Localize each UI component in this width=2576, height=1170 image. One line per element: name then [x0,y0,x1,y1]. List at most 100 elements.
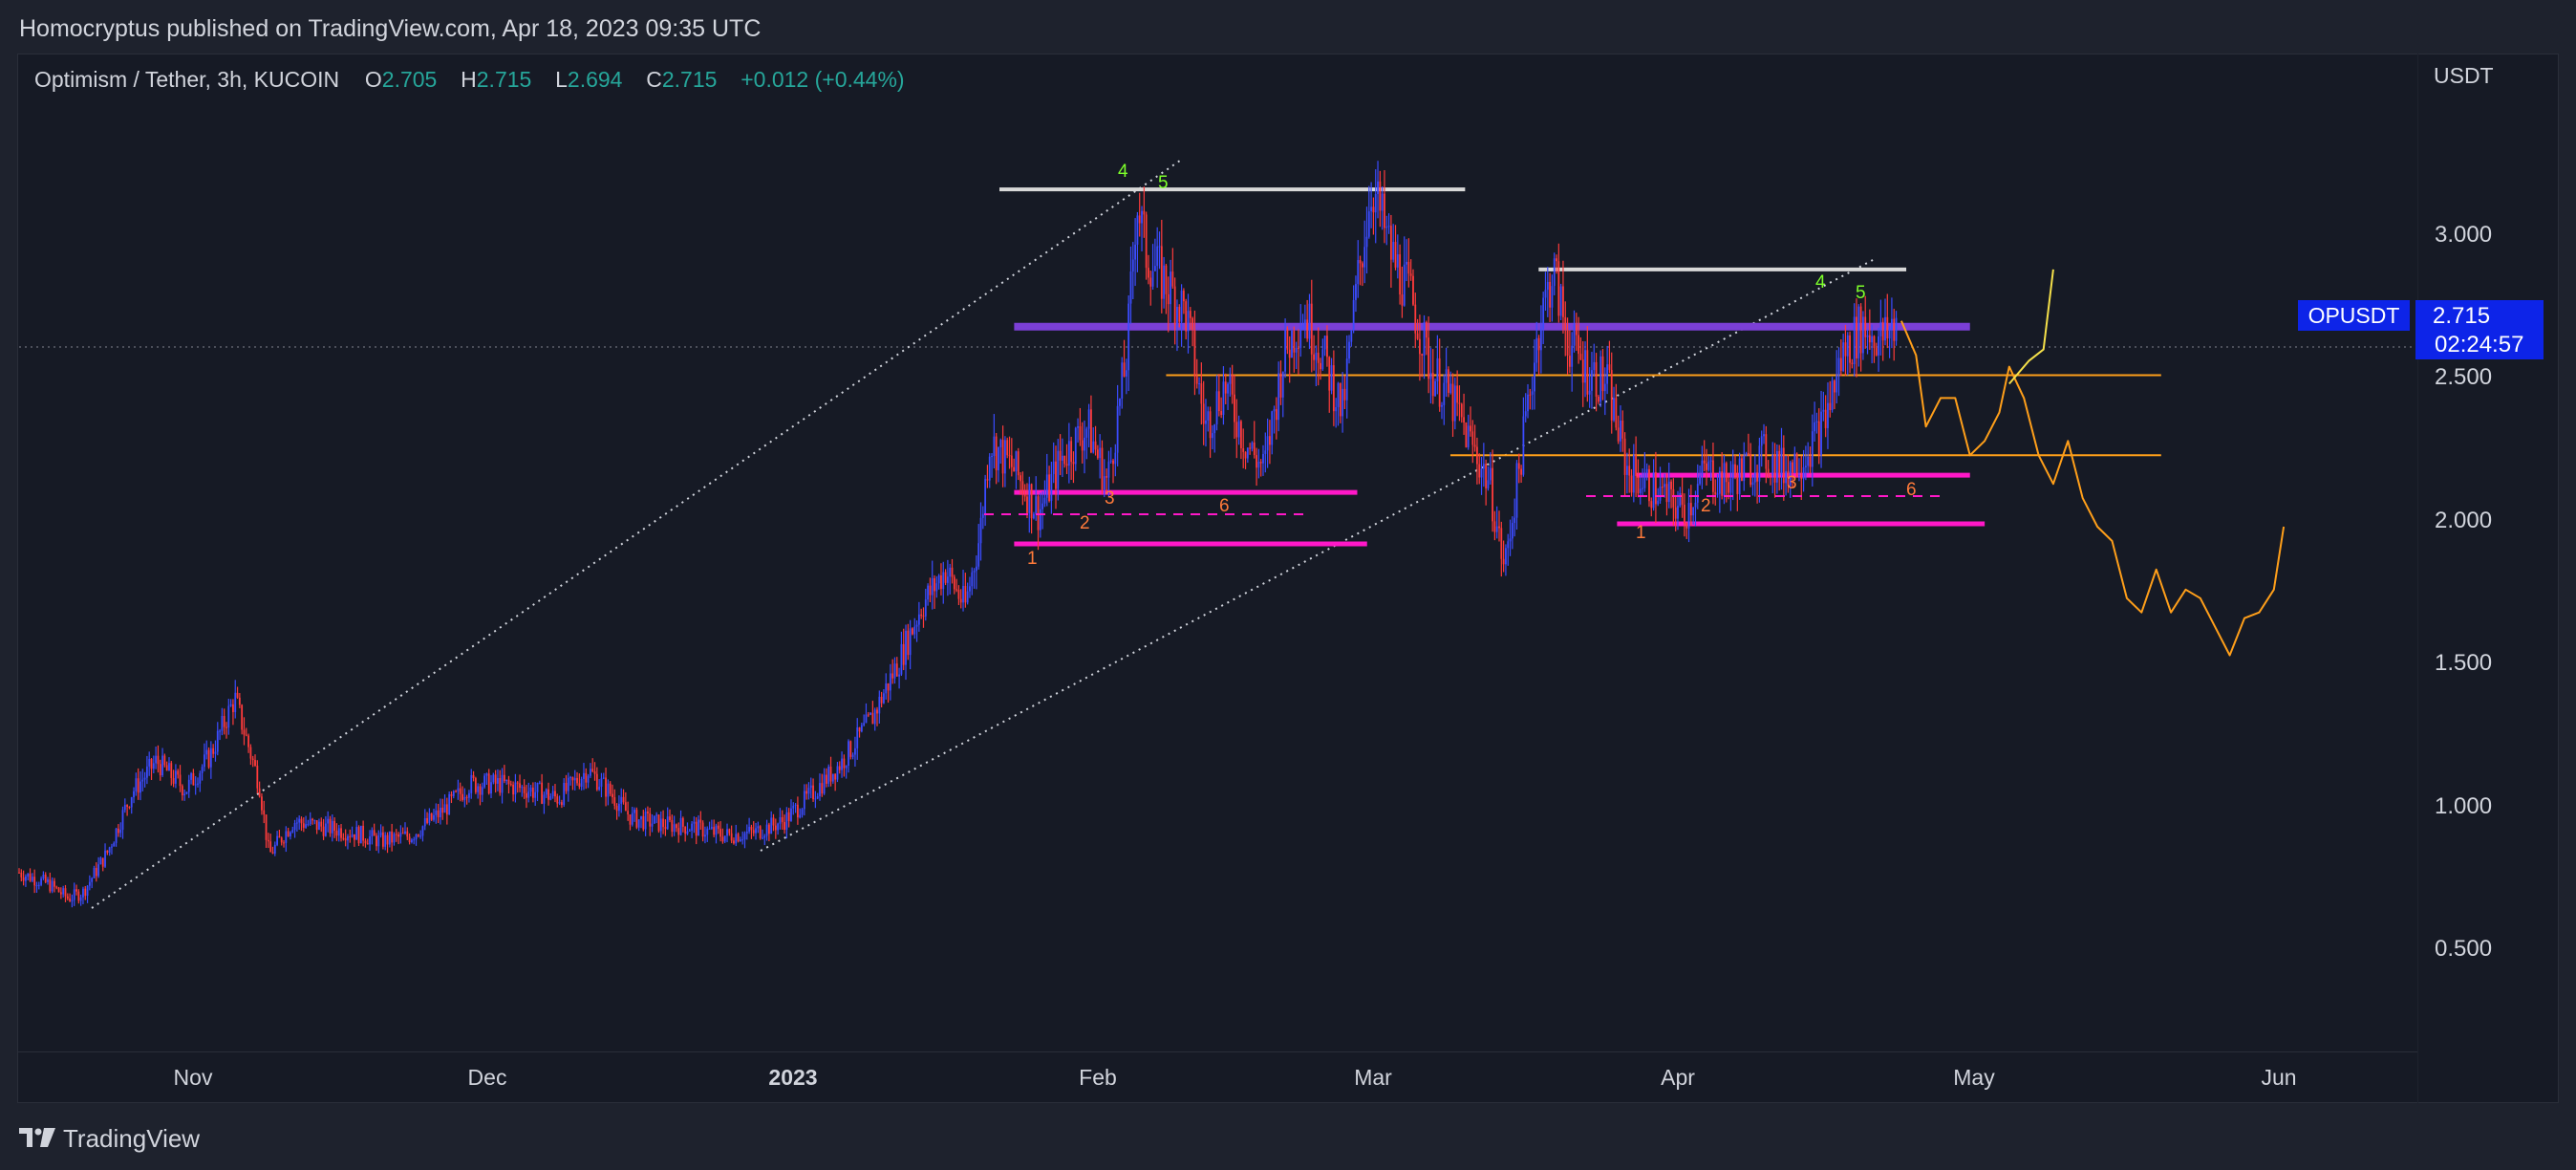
candle-body [333,820,336,831]
candle-body [305,824,308,828]
candle-body [765,824,768,836]
wave-left-5: 5 [1158,173,1169,193]
candle-body [143,777,146,780]
legend-high-value: 2.715 [476,67,532,92]
candle-body [1756,472,1758,482]
candle-body [1295,347,1298,353]
candle-body [359,825,362,844]
candle-body [1350,330,1353,342]
candle-body [843,758,846,769]
candle-body [1423,322,1426,356]
levels-layer [999,187,2161,547]
candle-body [905,630,907,665]
candle-body [69,899,71,901]
wave-left-3: 3 [1105,488,1115,509]
candle-body [1767,468,1770,474]
candle-body [1335,406,1338,412]
candle-body [148,758,151,767]
candle-body [1599,356,1602,402]
candle-body [1006,440,1009,456]
candle-body [598,787,601,791]
candle-body [1875,348,1878,356]
price-chart[interactable]: 1 2 3 4 5 6 1 2 3 4 5 6 [0,0,2576,1170]
candle-body [1539,328,1542,351]
candle-body [957,589,960,599]
candle-body [1240,421,1242,449]
candle-body [1149,277,1152,287]
candle-body [426,817,428,823]
candle-body [347,835,349,841]
candle-body [423,817,426,827]
candle-body [1520,468,1522,475]
candle-body [1379,181,1382,211]
candle-body [949,567,952,577]
candle-body [827,766,830,784]
candle-body [108,847,111,853]
candle-body [205,749,208,755]
bearish-projection-path [1900,320,2286,657]
legend-open-value: 2.705 [381,67,438,92]
candle-body [1817,421,1820,456]
candle-body [1129,271,1132,304]
chart-legend[interactable]: Optimism / Tether, 3h, KUCOIN O2.705 H2.… [34,67,905,93]
candle-body [344,838,347,841]
candle-body [1851,362,1854,364]
candle-body [799,814,802,818]
candle-body [834,773,837,780]
candle-body [790,808,792,821]
candle-body [609,783,612,794]
candle-body [1077,425,1079,428]
candle-body [1687,503,1690,529]
candle-body [1301,325,1304,331]
time-axis-separator [17,1051,2417,1052]
wave-right-1: 1 [1636,523,1646,543]
candle-body [175,770,177,784]
candle-body [627,811,630,815]
candle-body [1394,242,1397,268]
candle-body [1699,475,1701,485]
currency-label: USDT [2434,63,2494,88]
candles-layer [18,161,1898,908]
candle-body [1696,484,1699,503]
candle-body [607,783,610,797]
candle-body [1800,475,1803,479]
candle-body [302,823,305,828]
candle-body [150,758,153,769]
candle-body [1096,449,1099,459]
candle-body [676,824,677,829]
candle-body [841,758,843,770]
candle-body [340,828,342,838]
candle-body [243,729,246,735]
candle-body [1148,268,1149,278]
candle-body [1608,364,1611,371]
candle-body [526,792,527,798]
candle-body [91,878,94,882]
candle-body [238,697,241,705]
candle-body [1489,467,1492,481]
candle-body [249,747,252,759]
candle-body [185,791,188,794]
candle-body [1522,416,1525,475]
candle-body [1213,423,1216,434]
candle-body [973,571,976,573]
candle-body [1643,473,1646,488]
candle-body [1045,474,1048,498]
candle-body [1262,453,1264,464]
candle-body [300,818,303,824]
candle-body [698,819,699,836]
candle-body [1170,271,1171,305]
candle-body [27,873,30,877]
candle-body [1271,411,1274,445]
candle-body [1160,246,1163,299]
candle-body [695,821,698,836]
candle-body [1171,271,1174,287]
candle-body [1760,436,1763,446]
candle-body [18,872,20,874]
candle-body [31,877,33,881]
candle-body [155,755,158,764]
candle-body [869,712,871,715]
candle-body [509,784,512,786]
candle-body [913,626,916,635]
candle-body [71,899,74,901]
candle-body [269,841,272,853]
